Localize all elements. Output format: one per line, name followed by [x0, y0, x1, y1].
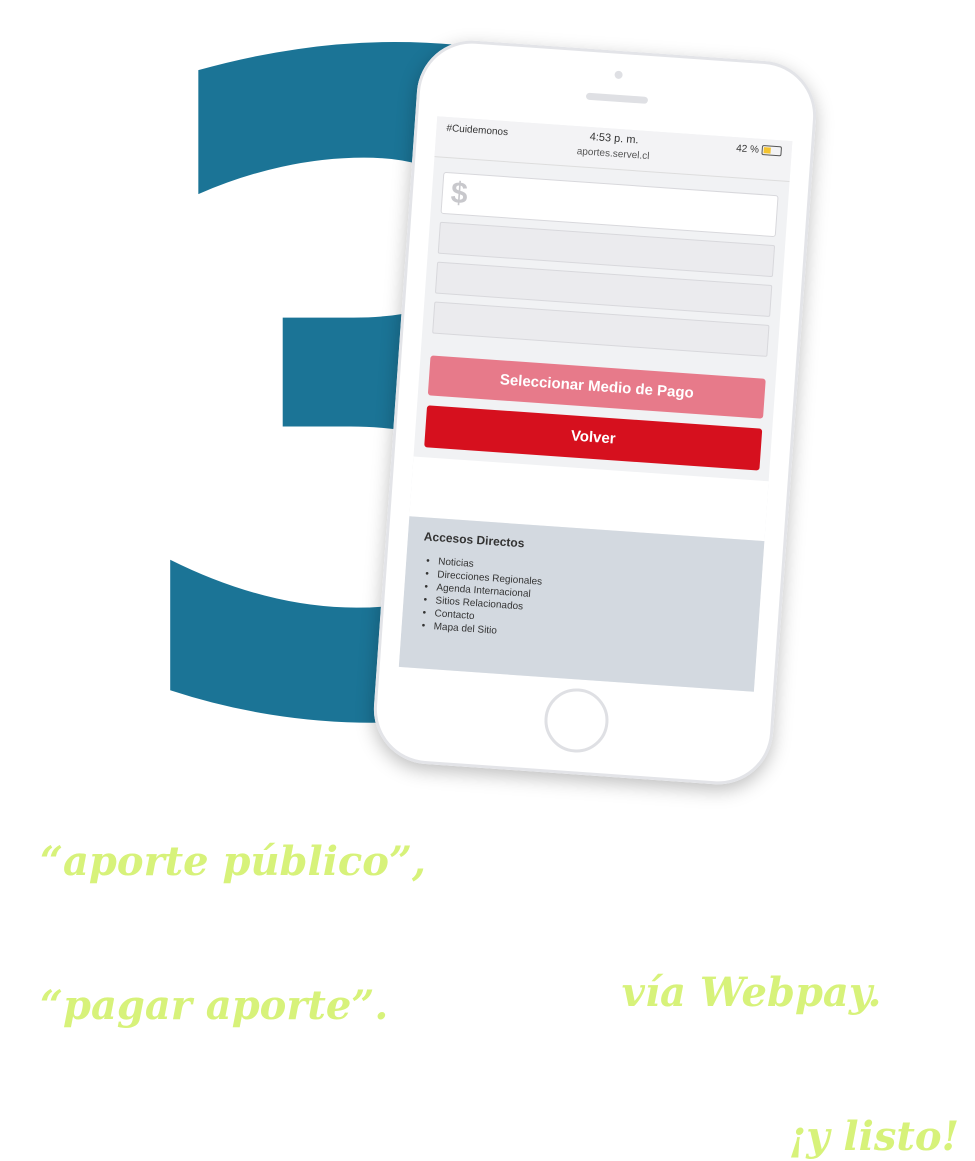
phone-speaker [585, 92, 649, 104]
right-caption: El sitio te llevará a Transbank donde po… [480, 825, 960, 1161]
phone-screen: #Cuidemonos 4:53 p. m. aportes.servel.cl… [398, 116, 793, 692]
payment-form: $ Seleccionar Medio de Pago Volver [414, 157, 789, 471]
footer-link-list: Noticias Direcciones Regionales Agenda I… [417, 555, 746, 653]
quick-access-footer: Accesos Directos Noticias Direcciones Re… [398, 516, 765, 692]
home-button[interactable] [542, 686, 611, 755]
left-caption-line: haz click en [40, 934, 307, 981]
left-caption-highlight: “pagar aporte”. [40, 982, 389, 1029]
battery-indicator: 42 % [736, 143, 782, 157]
dollar-icon: $ [449, 176, 469, 211]
right-caption-line: Asegúrate de tener el [480, 1017, 908, 1112]
left-caption-line: Selecciona [40, 790, 281, 837]
phone-mockup: #Cuidemonos 4:53 p. m. aportes.servel.cl… [370, 36, 820, 789]
battery-percent: 42 % [735, 143, 760, 156]
right-caption-line: Transbank donde podrás [480, 873, 868, 968]
left-caption-highlight: “aporte público”, [40, 838, 426, 885]
left-caption: Selecciona “aporte público”, ingresa la … [40, 790, 440, 1030]
left-caption-line: ingresa la suma y [40, 886, 434, 933]
battery-icon [761, 145, 782, 157]
right-caption-highlight: vía Webpay. [621, 969, 882, 1016]
right-caption-line: El sitio te llevará a [480, 826, 862, 872]
right-caption-highlight: ¡y listo! [788, 1113, 960, 1160]
right-caption-text: comprobante [480, 1113, 776, 1160]
right-caption-text: pagar [480, 969, 609, 1016]
front-camera [614, 70, 623, 80]
